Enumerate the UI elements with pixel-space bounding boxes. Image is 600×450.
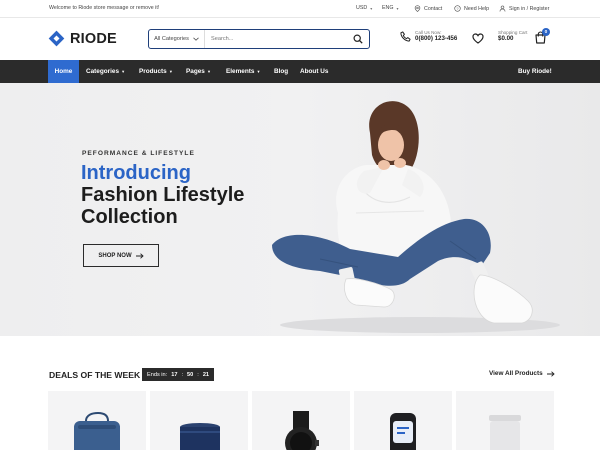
- nav-item-label: Pages: [186, 68, 205, 75]
- nav-item-label: Categories: [86, 68, 120, 75]
- cart-count-badge: 0: [542, 28, 550, 36]
- fitness-band-image: [390, 413, 416, 450]
- contact-label: Contact: [424, 5, 443, 12]
- language-selector[interactable]: ENG ▾: [382, 5, 399, 11]
- shopping-cart[interactable]: Shopping Cart $0.00 0: [498, 28, 550, 44]
- deals-section-title: DEALS OF THE WEEK: [49, 370, 141, 380]
- currency-value: USD: [356, 5, 368, 11]
- buy-riode-link[interactable]: Buy Riode!: [518, 60, 552, 83]
- category-select[interactable]: All Categories: [149, 30, 205, 48]
- help-icon: ?: [454, 5, 461, 12]
- cart-amount: $0.00: [498, 35, 514, 42]
- shop-now-label: SHOP NOW: [98, 252, 132, 259]
- cart-icon-wrap: 0: [534, 28, 550, 49]
- nav-item-label: Elements: [226, 68, 255, 75]
- user-icon: [499, 5, 506, 12]
- svg-text:?: ?: [456, 7, 458, 11]
- view-all-products-link[interactable]: View All Products: [489, 370, 555, 377]
- contact-link[interactable]: Contact: [414, 5, 442, 12]
- nav-item-about-us[interactable]: About Us: [300, 60, 328, 83]
- phone-icon: [400, 30, 411, 42]
- hero-title-line1: Introducing: [81, 162, 191, 184]
- category-select-value: All Categories: [154, 36, 189, 42]
- nav-item-label: Home: [54, 68, 73, 75]
- nav-item-blog[interactable]: Blog: [274, 60, 288, 83]
- watch-image: [285, 411, 319, 450]
- search-bar: All Categories: [148, 29, 370, 49]
- chevron-down-icon: ▾: [169, 68, 172, 74]
- help-label: Need Help: [464, 5, 490, 12]
- chevron-down-icon: ▾: [370, 5, 373, 11]
- logo-diamond-icon: [48, 30, 65, 47]
- tumbler-image: [489, 415, 521, 450]
- product-card-backpack[interactable]: [48, 391, 146, 450]
- nav-item-pages[interactable]: Pages ▾: [186, 60, 210, 83]
- welcome-message: Welcome to Riode store message or remove…: [49, 5, 160, 11]
- hero-banner: PEFORMANCE & LIFESTYLE Introducing Fashi…: [0, 83, 600, 336]
- chevron-down-icon: [193, 37, 199, 41]
- timer-separator: :: [197, 371, 199, 378]
- view-all-label: View All Products: [489, 370, 543, 377]
- wishlist-button[interactable]: [472, 31, 484, 49]
- nav-item-label: Products: [139, 68, 167, 75]
- brand-logo[interactable]: RIODE: [48, 30, 117, 47]
- nav-item-label: Blog: [274, 68, 289, 75]
- nav-item-elements[interactable]: Elements ▾: [226, 60, 260, 83]
- main-navigation: Home Categories ▾ Products ▾ Pages ▾ Ele…: [0, 60, 600, 83]
- product-card-watch[interactable]: [252, 391, 350, 450]
- timer-seconds: 21: [202, 371, 210, 378]
- language-value: ENG: [382, 5, 394, 11]
- nav-item-home[interactable]: Home: [48, 60, 79, 83]
- timer-minutes: 50: [187, 371, 194, 378]
- search-input[interactable]: [205, 36, 347, 42]
- search-button[interactable]: [347, 30, 369, 48]
- buy-riode-label: Buy Riode!: [518, 68, 552, 75]
- shop-now-button[interactable]: SHOP NOW: [83, 244, 159, 267]
- account-link[interactable]: Sign in / Register: [499, 5, 549, 12]
- nav-item-label: About Us: [300, 68, 329, 75]
- product-card-fitness-band[interactable]: [354, 391, 452, 450]
- timer-label: Ends in:: [147, 371, 168, 378]
- arrow-right-icon: [546, 370, 555, 377]
- product-card-speaker[interactable]: [150, 391, 248, 450]
- search-icon: [353, 34, 363, 44]
- call-number: 0(800) 123-456: [415, 35, 458, 42]
- hero-eyebrow: PEFORMANCE & LIFESTYLE: [82, 150, 195, 157]
- chevron-down-icon: ▾: [122, 68, 125, 74]
- countdown-timer: Ends in: 17 : 50 : 21: [142, 368, 215, 381]
- location-pin-icon: [414, 5, 421, 12]
- deals-product-list: [48, 391, 554, 450]
- hero-title-line2: Fashion Lifestyle: [81, 184, 245, 206]
- timer-separator: :: [181, 371, 184, 378]
- top-bar: Welcome to Riode store message or remove…: [0, 0, 600, 18]
- hero-title-line3: Collection: [81, 206, 178, 228]
- chevron-down-icon: ▾: [396, 5, 399, 11]
- help-link[interactable]: ? Need Help: [454, 5, 489, 12]
- hero-model-image: [272, 101, 560, 333]
- currency-selector[interactable]: USD ▾: [356, 5, 372, 11]
- nav-item-categories[interactable]: Categories ▾: [86, 60, 124, 83]
- chevron-down-icon: ▾: [207, 68, 211, 74]
- heart-icon: [472, 33, 484, 44]
- nav-item-products[interactable]: Products ▾: [139, 60, 172, 83]
- chevron-down-icon: ▾: [257, 68, 260, 74]
- account-label: Sign in / Register: [509, 5, 550, 12]
- brand-name: RIODE: [70, 30, 117, 47]
- site-header: RIODE All Categories Call Us Now: 0(800)…: [0, 18, 600, 60]
- call-us[interactable]: Call Us Now: 0(800) 123-456: [400, 30, 457, 42]
- product-card-tumbler[interactable]: [456, 391, 554, 450]
- speaker-image: [180, 423, 220, 450]
- timer-hours: 17: [171, 371, 178, 378]
- backpack-image: [74, 411, 120, 450]
- arrow-right-icon: [135, 252, 144, 259]
